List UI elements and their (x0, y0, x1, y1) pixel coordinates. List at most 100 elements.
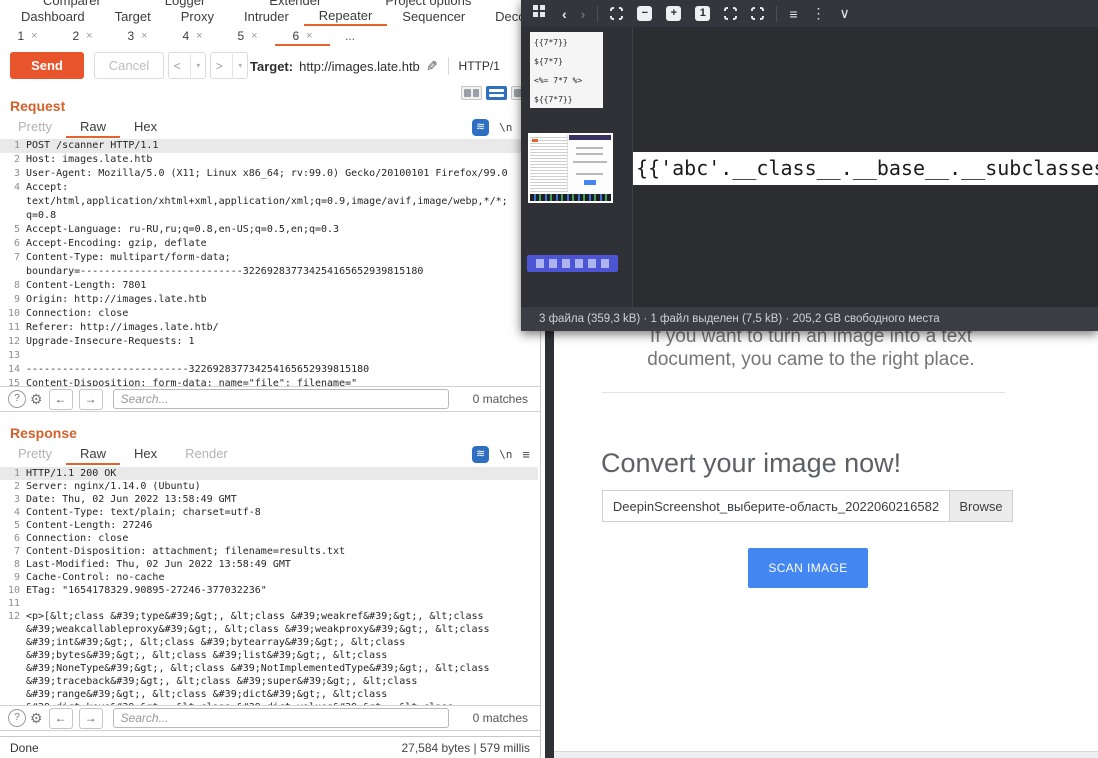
close-icon[interactable]: × (141, 30, 147, 42)
response-editor[interactable]: 1 HTTP/1.1 200 OK 2 Server: nginx/1.14.0… (0, 467, 538, 705)
syntax-highlight-icon[interactable]: ≋ (472, 446, 489, 463)
editor-menu-icon[interactable]: ≡ (522, 447, 530, 462)
line-number: 9 (0, 293, 26, 307)
close-icon[interactable]: × (251, 30, 257, 42)
tab-repeater[interactable]: Repeater (304, 7, 387, 26)
close-icon[interactable]: × (196, 30, 202, 42)
history-back-button[interactable]: <▾ (168, 52, 206, 79)
history-forward-button[interactable]: >▾ (210, 52, 248, 79)
response-panel-title: Response (10, 425, 77, 441)
tab-hex[interactable]: Hex (120, 116, 171, 138)
next-image-icon[interactable]: › (581, 6, 586, 22)
repeater-tab-2[interactable]: 2× (55, 28, 110, 46)
tab-dashboard[interactable]: Dashboard (6, 8, 100, 25)
close-icon[interactable]: × (31, 30, 37, 42)
chevron-down-icon[interactable]: ∨ (840, 5, 850, 22)
request-view-tabs: Pretty Raw Hex ≋ \n ≡ (0, 117, 540, 137)
layout-columns-button[interactable] (461, 86, 482, 100)
prev-image-icon[interactable]: ‹ (562, 6, 567, 22)
tab-sequencer[interactable]: Sequencer (387, 8, 480, 25)
dropdown-caret-icon[interactable]: ▾ (190, 54, 200, 77)
fit-width-icon[interactable] (724, 7, 737, 20)
response-search-input[interactable] (113, 708, 449, 728)
tab-pretty[interactable]: Pretty (4, 116, 66, 138)
http-version-label[interactable]: HTTP/1 (459, 59, 500, 73)
next-match-button[interactable]: → (79, 708, 103, 729)
line-text: Host: images.late.htb (26, 153, 538, 167)
folder-view-icon[interactable] (533, 5, 538, 10)
line-text (26, 349, 538, 363)
cancel-button[interactable]: Cancel (94, 52, 164, 79)
tab-target[interactable]: Target (100, 8, 166, 25)
code-line: 9 Cache-Control: no-cache (0, 571, 538, 584)
ssti-text-file-thumbnail[interactable]: {{7*7}} ${7*7} <%= 7*7 %> ${{7*7}} (530, 32, 603, 108)
code-line: 11 Referer: http://images.late.htb/ (0, 321, 538, 335)
show-newlines-icon[interactable]: \n (499, 448, 512, 461)
code-line: 1 POST /scanner HTTP/1.1 (0, 139, 538, 153)
zoom-original-icon[interactable]: 1 (695, 6, 710, 21)
viewer-canvas[interactable]: {{'abc'.__class__.__base__.__subclasses_… (633, 27, 1098, 307)
help-icon[interactable]: ? (8, 390, 26, 408)
file-upload-field[interactable]: DeepinScreenshot_выберите-область_202206… (602, 490, 1013, 522)
dropdown-caret-icon[interactable]: ▾ (232, 54, 242, 77)
gear-icon[interactable]: ⚙ (30, 391, 43, 407)
divider (597, 6, 598, 22)
request-editor[interactable]: 1 POST /scanner HTTP/1.1 2 Host: images.… (0, 139, 538, 386)
line-number: 2 (0, 480, 26, 493)
zoom-in-icon[interactable]: + (666, 6, 681, 21)
show-newlines-icon[interactable]: \n (499, 121, 512, 134)
line-number: 3 (0, 167, 26, 181)
repeater-tab-more[interactable]: ... (330, 28, 370, 46)
browse-button[interactable]: Browse (949, 491, 1012, 521)
send-button[interactable]: Send (10, 52, 84, 79)
line-text: HTTP/1.1 200 OK (26, 467, 538, 480)
divider (602, 392, 1005, 393)
list-view-icon[interactable]: ≡ (789, 6, 797, 22)
edit-pencil-icon[interactable]: ✎ (426, 58, 438, 75)
line-text: Date: Thu, 02 Jun 2022 13:58:49 GMT (26, 493, 538, 506)
tab-hex[interactable]: Hex (120, 443, 171, 465)
close-icon[interactable]: × (306, 30, 312, 42)
selected-text-strip-thumbnail[interactable] (527, 255, 618, 272)
line-text: Content-Length: 7801 (26, 279, 538, 293)
tab-proxy[interactable]: Proxy (166, 8, 229, 25)
help-icon[interactable]: ? (8, 709, 26, 727)
repeater-tab-1[interactable]: 1× (0, 28, 55, 46)
next-match-button[interactable]: → (79, 389, 103, 410)
target-bar: Target: http://images.late.htb ✎ HTTP/1 (250, 48, 500, 84)
request-search-input[interactable] (113, 389, 449, 409)
layout-rows-button[interactable] (486, 86, 507, 100)
tab-pretty[interactable]: Pretty (4, 443, 66, 465)
line-number: 5 (0, 223, 26, 237)
status-done: Done (10, 741, 39, 755)
zoom-out-icon[interactable]: − (637, 6, 652, 21)
screenshot-thumbnail[interactable] (528, 133, 613, 203)
syntax-highlight-icon[interactable]: ≋ (472, 119, 489, 136)
repeater-tab-4[interactable]: 4× (165, 28, 220, 46)
line-text: Upgrade-Insecure-Requests: 1 (26, 335, 538, 349)
current-image-text-strip: {{'abc'.__class__.__base__.__subclasses_… (633, 152, 1098, 185)
line-number: 10 (0, 584, 26, 597)
tab-raw[interactable]: Raw (66, 443, 120, 465)
repeater-tab-3[interactable]: 3× (110, 28, 165, 46)
kebab-menu-icon[interactable]: ⋮ (812, 5, 826, 22)
tab-raw[interactable]: Raw (66, 116, 120, 138)
thumb-taskbar (530, 194, 611, 201)
prev-match-button[interactable]: ← (49, 389, 73, 410)
line-text: Cache-Control: no-cache (26, 571, 538, 584)
fit-window-icon[interactable] (610, 7, 623, 20)
expand-icon[interactable] (751, 7, 764, 20)
repeater-tab-5[interactable]: 5× (220, 28, 275, 46)
line-number: 9 (0, 571, 26, 584)
prev-match-button[interactable]: ← (49, 708, 73, 729)
line-text: Last-Modified: Thu, 02 Jun 2022 13:58:49… (26, 558, 538, 571)
code-line: 10 ETag: "1654178329.90895-27246-3770322… (0, 584, 538, 597)
response-match-count: 0 matches (473, 711, 532, 725)
code-line: 10 Connection: close (0, 307, 538, 321)
gear-icon[interactable]: ⚙ (30, 710, 43, 726)
tab-render[interactable]: Render (171, 443, 242, 465)
repeater-tab-6[interactable]: 6× (275, 28, 330, 46)
close-icon[interactable]: × (86, 30, 92, 42)
scan-image-button[interactable]: SCAN IMAGE (748, 548, 868, 588)
tab-intruder[interactable]: Intruder (229, 8, 304, 25)
